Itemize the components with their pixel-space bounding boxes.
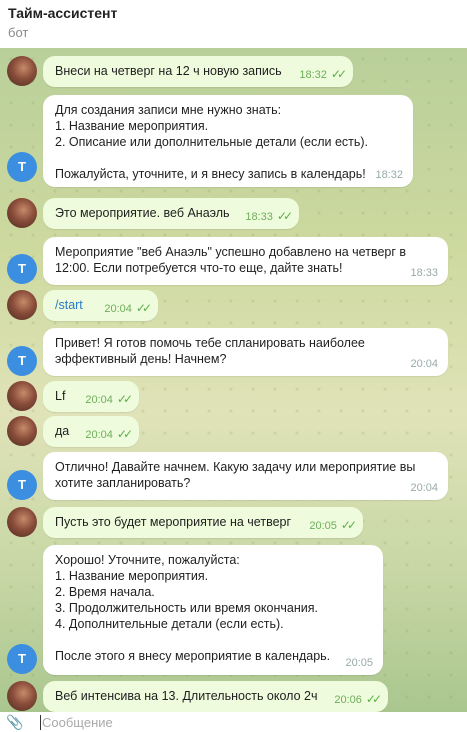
message-bubble[interactable]: Отлично! Давайте начнем. Какую задачу ил… [43,452,448,500]
message-text: 2. Время начала. [55,585,155,599]
message-meta: 18:33 [410,265,438,281]
message-time: 18:33 [410,267,438,279]
user-avatar[interactable] [7,56,37,86]
message-text: 1. Название мероприятия. [55,119,209,133]
read-checkmarks-icon: ✓✓ [365,692,382,706]
message-text: 2. Описание или дополнительные детали (е… [55,135,369,149]
user-avatar[interactable] [7,290,37,320]
message-bubble[interactable]: Пусть это будет мероприятие на четверг 20… [43,507,363,538]
message-meta: 20:04 [410,480,438,496]
read-checkmarks-icon: ✓✓ [276,209,293,223]
message-meta: 20:04 ✓✓ [85,391,133,408]
message-meta: 20:05 ✓✓ [309,517,357,534]
message-text: Мероприятие "веб Анаэль" успешно добавле… [55,245,407,259]
message-time: 20:04 [410,482,438,494]
read-checkmarks-icon: ✓✓ [135,301,152,315]
read-checkmarks-icon: ✓✓ [116,427,133,441]
message-text: После этого я внесу мероприятие в календ… [55,649,331,663]
chat-header: Тайм-ассистент бот [0,0,467,48]
bot-avatar[interactable]: T [7,644,37,674]
bot-avatar[interactable]: T [7,470,37,500]
message-composer: 📎 Сообщение [0,712,467,732]
user-avatar[interactable] [7,198,37,228]
message-text: Хорошо! Уточните, пожалуйста: [55,553,240,567]
message-bubble[interactable]: Хорошо! Уточните, пожалуйста: 1. Название… [43,545,383,675]
message-time: 18:33 [245,211,273,223]
message-bubble[interactable]: Lf 20:04 ✓✓ [43,381,139,412]
chat-subtitle: бот [8,25,29,40]
user-avatar[interactable] [7,416,37,446]
message-text: Привет! Я готов помочь тебе спланировать… [55,336,365,350]
message-text: Пусть это будет мероприятие на четверг [55,515,292,529]
message-input[interactable]: Сообщение [40,715,113,730]
read-checkmarks-icon: ✓✓ [330,67,347,81]
message-meta: 20:04 ✓✓ [104,300,152,317]
message-time: 18:32 [375,169,403,181]
bot-avatar[interactable]: T [7,152,37,182]
message-meta: 20:05 [345,655,373,671]
message-text: Внеси на четверг на 12 ч новую запись [55,64,282,78]
message-bubble[interactable]: Привет! Я готов помочь тебе спланировать… [43,328,448,376]
message-text: 1. Название мероприятия. [55,569,209,583]
message-text: эффективный день! Начнем? [55,352,227,366]
message-bubble[interactable]: Мероприятие "веб Анаэль" успешно добавле… [43,237,448,285]
message-time: 18:32 [299,69,327,81]
message-time: 20:04 [85,429,113,441]
message-time: 20:04 [104,303,132,315]
message-time: 20:04 [85,394,113,406]
message-bubble[interactable]: /start 20:04 ✓✓ [43,290,158,321]
attach-icon[interactable]: 📎 [6,714,23,731]
user-avatar[interactable] [7,507,37,537]
message-text: 12:00. Если потребуется что-то еще, дайт… [55,261,343,275]
bot-avatar[interactable]: T [7,254,37,284]
message-text [55,150,401,166]
message-time: 20:05 [309,520,337,532]
chat-title[interactable]: Тайм-ассистент [8,5,117,21]
message-text: хотите запланировать? [55,476,191,490]
message-bubble[interactable]: Для создания записи мне нужно знать: 1. Н… [43,95,413,187]
message-bubble[interactable]: да 20:04 ✓✓ [43,416,139,447]
message-text: Веб интенсива на 13. Длительность около … [55,689,318,703]
read-checkmarks-icon: ✓✓ [116,392,133,406]
message-list[interactable]: Внеси на четверг на 12 ч новую запись 18:… [0,48,467,712]
message-time: 20:05 [345,657,373,669]
message-bubble[interactable]: Веб интенсива на 13. Длительность около … [43,681,388,712]
message-text: Отлично! Давайте начнем. Какую задачу ил… [55,460,416,474]
message-meta: 20:04 [410,356,438,372]
message-meta: 18:32 ✓✓ [299,66,347,83]
message-time: 20:04 [410,358,438,370]
message-text: Пожалуйста, уточните, и я внесу запись в… [55,167,366,181]
message-time: 20:06 [334,694,362,706]
message-meta: 20:06 ✓✓ [334,691,382,708]
read-checkmarks-icon: ✓✓ [340,518,357,532]
message-text [55,632,371,648]
user-avatar[interactable] [7,681,37,711]
message-bubble[interactable]: Это мероприятие. веб Анаэль 18:33 ✓✓ [43,198,299,229]
message-meta: 20:04 ✓✓ [85,426,133,443]
user-avatar[interactable] [7,381,37,411]
message-meta: 18:33 ✓✓ [245,208,293,225]
bot-avatar[interactable]: T [7,346,37,376]
message-bubble[interactable]: Внеси на четверг на 12 ч новую запись 18:… [43,56,353,87]
message-meta: 18:32 [375,167,403,183]
message-text: 3. Продолжительность или время окончания… [55,601,318,615]
message-text: 4. Дополнительные детали (если есть). [55,617,284,631]
message-text: Для создания записи мне нужно знать: [55,103,282,117]
